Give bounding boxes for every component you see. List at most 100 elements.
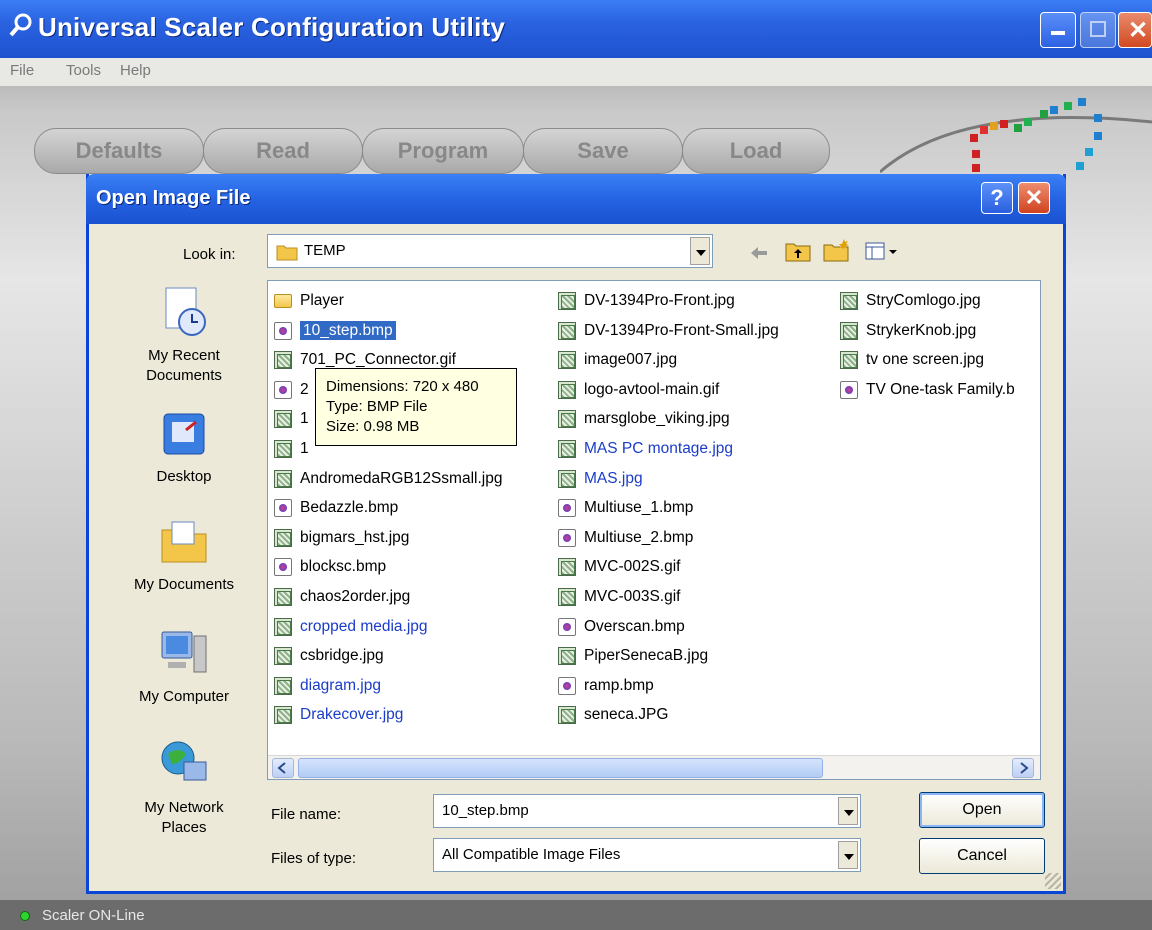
file-name: marsglobe_viking.jpg	[584, 410, 730, 428]
file-name: bigmars_hst.jpg	[300, 528, 410, 546]
file-item[interactable]: Bedazzle.bmp	[270, 494, 502, 524]
scroll-right-icon[interactable]	[1012, 758, 1034, 778]
file-item[interactable]: MVC-003S.gif	[554, 583, 779, 613]
load-button[interactable]: Load	[682, 128, 830, 174]
minimize-button[interactable]	[1040, 12, 1076, 48]
new-folder-icon[interactable]	[823, 238, 851, 262]
program-button[interactable]: Program	[362, 128, 524, 174]
place-desktop[interactable]: Desktop	[109, 408, 259, 485]
image-file-icon	[558, 292, 576, 310]
image-file-icon	[840, 292, 858, 310]
image-file-icon	[274, 528, 292, 547]
place-my-computer[interactable]: My Computer	[109, 628, 259, 705]
view-menu-icon[interactable]	[865, 242, 899, 260]
file-item[interactable]: Multiuse_2.bmp	[554, 524, 779, 554]
close-button[interactable]: ✕	[1118, 12, 1152, 48]
place-my-network[interactable]: My Network Places	[109, 738, 259, 838]
bitmap-file-icon	[274, 499, 292, 518]
image-file-icon	[274, 469, 292, 488]
menu-help[interactable]: Help	[120, 62, 151, 79]
place-label: Desktop	[156, 468, 212, 485]
menu-tools[interactable]: Tools	[66, 62, 101, 79]
app-title: Universal Scaler Configuration Utility	[38, 12, 506, 42]
file-item[interactable]: Multiuse_1.bmp	[554, 494, 779, 524]
scroll-thumb[interactable]	[298, 758, 823, 778]
file-item[interactable]: Player	[270, 287, 502, 317]
file-item[interactable]: ramp.bmp	[554, 672, 779, 702]
open-button[interactable]: Open	[919, 792, 1045, 828]
file-name: StrykerKnob.jpg	[866, 321, 977, 339]
file-item[interactable]: seneca.JPG	[554, 701, 779, 731]
image-file-icon	[274, 351, 292, 370]
chevron-down-icon[interactable]	[838, 797, 858, 825]
cancel-button[interactable]: Cancel	[919, 838, 1045, 874]
file-name: Multiuse_1.bmp	[584, 499, 694, 517]
place-label: My Computer	[138, 688, 230, 705]
file-list[interactable]: Player 10_step.bmp 701_PC_Connector.gif 2 1 1…	[267, 280, 1041, 780]
file-item[interactable]: Drakecover.jpg	[270, 701, 502, 731]
file-name-value: 10_step.bmp	[442, 802, 529, 819]
file-item[interactable]: MAS.jpg	[554, 465, 779, 495]
file-name: PiperSenecaB.jpg	[584, 647, 709, 665]
file-name: 1	[300, 439, 309, 457]
defaults-button[interactable]: Defaults	[34, 128, 204, 174]
file-name-input[interactable]: 10_step.bmp	[433, 794, 861, 828]
file-item[interactable]: blocksc.bmp	[270, 553, 502, 583]
file-name: DV-1394Pro-Front.jpg	[584, 292, 735, 309]
back-icon[interactable]	[749, 246, 769, 260]
my-network-places-icon	[161, 741, 207, 781]
file-item[interactable]: diagram.jpg	[270, 672, 502, 702]
file-item[interactable]: 10_step.bmp	[270, 317, 502, 347]
file-item[interactable]: DV-1394Pro-Front.jpg	[554, 287, 779, 317]
place-my-documents[interactable]: My Documents	[109, 516, 259, 593]
read-button[interactable]: Read	[203, 128, 363, 174]
dialog-close-button[interactable]: ✕	[1018, 182, 1050, 214]
help-button[interactable]: ?	[981, 182, 1013, 214]
file-name: logo-avtool-main.gif	[584, 380, 720, 398]
file-name: MVC-002S.gif	[584, 558, 681, 576]
horizontal-scrollbar[interactable]	[268, 755, 1040, 779]
file-item[interactable]: cropped media.jpg	[270, 613, 502, 643]
file-item[interactable]: StryComlogo.jpg	[836, 287, 1015, 317]
file-item[interactable]: MAS PC montage.jpg	[554, 435, 779, 465]
file-info-tooltip: Dimensions: 720 x 480 Type: BMP File Siz…	[315, 368, 517, 446]
look-in-value: TEMP	[304, 242, 346, 259]
menu-file[interactable]: File	[10, 62, 34, 79]
image-file-icon	[274, 439, 292, 458]
file-item[interactable]: logo-avtool-main.gif	[554, 376, 779, 406]
file-name: csbridge.jpg	[300, 647, 384, 665]
chevron-down-icon[interactable]	[690, 237, 710, 265]
recent-documents-icon	[165, 287, 206, 336]
file-item[interactable]: DV-1394Pro-Front-Small.jpg	[554, 317, 779, 347]
image-file-icon	[558, 469, 576, 488]
file-item[interactable]: chaos2order.jpg	[270, 583, 502, 613]
place-label: My Documents	[133, 576, 235, 593]
chevron-down-icon[interactable]	[838, 841, 858, 869]
file-type-select[interactable]: All Compatible Image Files	[433, 838, 861, 872]
look-in-combo[interactable]: TEMP	[267, 234, 713, 268]
up-folder-icon[interactable]	[785, 240, 811, 262]
online-status-icon	[20, 911, 30, 921]
file-item[interactable]: marsglobe_viking.jpg	[554, 405, 779, 435]
file-item[interactable]: StrykerKnob.jpg	[836, 317, 1015, 347]
file-item[interactable]: image007.jpg	[554, 346, 779, 376]
maximize-button[interactable]	[1080, 12, 1116, 48]
image-file-icon	[840, 321, 858, 340]
app-titlebar: Universal Scaler Configuration Utility ✕	[0, 0, 1152, 58]
place-recent-documents[interactable]: My Recent Documents	[109, 286, 259, 386]
file-item[interactable]: MVC-002S.gif	[554, 553, 779, 583]
file-item[interactable]: TV One-task Family.b	[836, 376, 1015, 406]
file-name: Drakecover.jpg	[300, 706, 404, 724]
file-item[interactable]: tv one screen.jpg	[836, 346, 1015, 376]
bitmap-file-icon	[274, 558, 292, 577]
file-item[interactable]: bigmars_hst.jpg	[270, 524, 502, 554]
file-type-value: All Compatible Image Files	[442, 846, 621, 863]
file-item[interactable]: Overscan.bmp	[554, 613, 779, 643]
bitmap-file-icon	[558, 499, 576, 518]
file-item[interactable]: AndromedaRGB12Ssmall.jpg	[270, 465, 502, 495]
scroll-left-icon[interactable]	[272, 758, 294, 778]
file-item[interactable]: PiperSenecaB.jpg	[554, 642, 779, 672]
file-item[interactable]: csbridge.jpg	[270, 642, 502, 672]
save-button[interactable]: Save	[523, 128, 683, 174]
resize-grip[interactable]	[1045, 873, 1061, 889]
